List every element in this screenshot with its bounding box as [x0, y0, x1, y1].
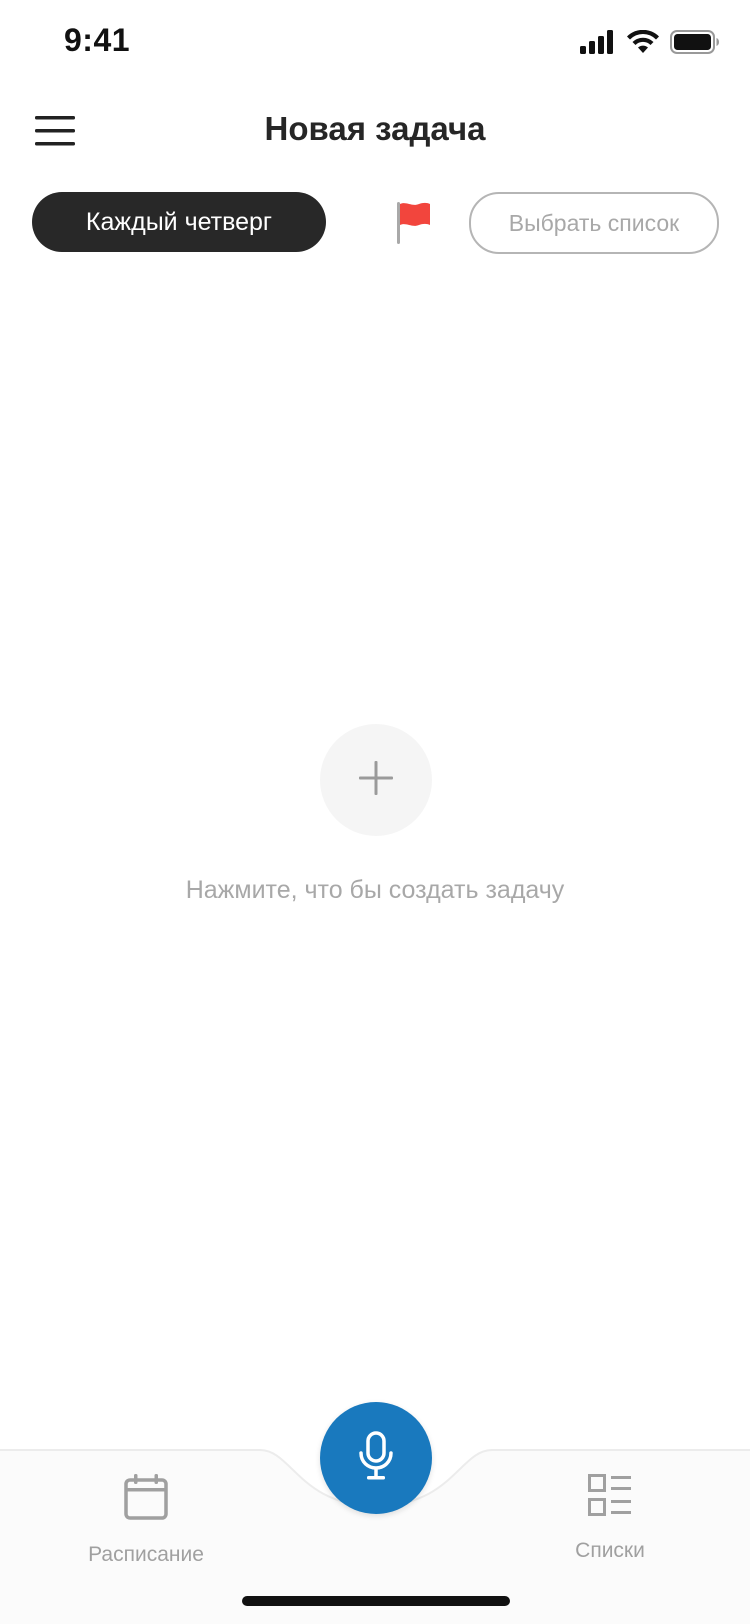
tab-lists-label: Списки — [575, 1539, 645, 1562]
header: Новая задача — [0, 88, 750, 178]
choose-list-chip[interactable]: Выбрать список — [469, 192, 719, 254]
plus-icon — [359, 760, 393, 800]
cellular-signal-icon — [580, 30, 616, 59]
priority-flag-button[interactable] — [392, 198, 440, 246]
wifi-icon — [626, 29, 660, 59]
tab-schedule-label: Расписание — [88, 1543, 204, 1566]
home-indicator — [242, 1596, 510, 1606]
status-time: 9:41 — [64, 22, 131, 58]
voice-input-button[interactable] — [320, 1402, 432, 1514]
task-options-row: Каждый четверг Выбрать список — [0, 190, 750, 254]
page-title: Новая задача — [264, 110, 486, 147]
red-flag-icon — [392, 202, 440, 250]
list-grid-icon — [520, 1474, 700, 1521]
status-bar: 9:41 — [0, 0, 750, 88]
choose-list-label: Выбрать список — [508, 209, 680, 236]
add-task-button[interactable] — [320, 724, 432, 836]
tab-lists[interactable]: Списки — [520, 1474, 700, 1563]
calendar-icon — [56, 1474, 236, 1525]
battery-icon — [670, 30, 720, 59]
tab-schedule[interactable]: Расписание — [56, 1474, 236, 1567]
empty-state-hint: Нажмите, что бы создать задачу — [185, 876, 565, 904]
status-icons — [580, 29, 720, 59]
repeat-chip[interactable]: Каждый четверг — [32, 192, 326, 252]
microphone-icon — [358, 1430, 394, 1486]
repeat-chip-label: Каждый четверг — [85, 207, 273, 236]
